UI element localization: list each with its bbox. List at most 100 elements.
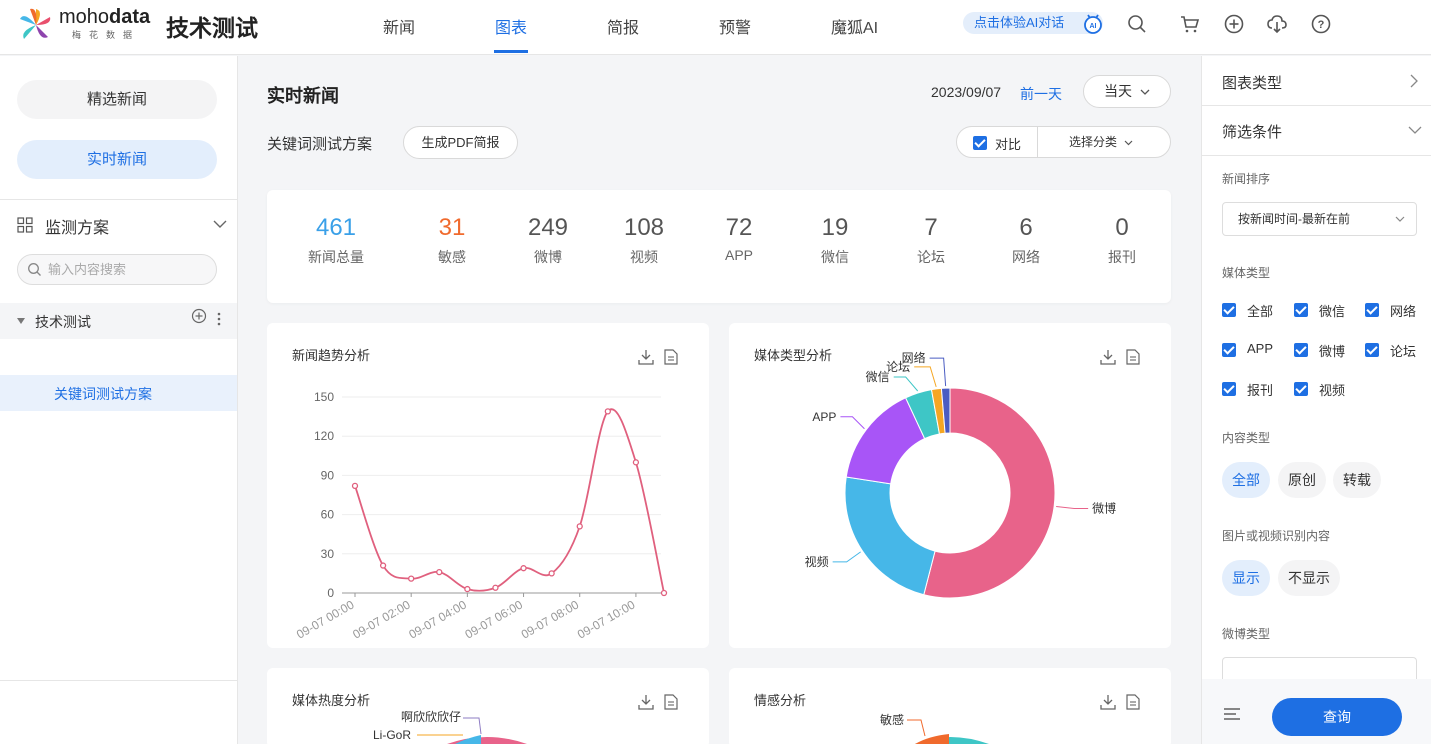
stat-sensitive[interactable]: 31 敏感 [402, 212, 502, 267]
brand-title: 技术测试 [166, 15, 258, 42]
realtime-news-button[interactable]: 实时新闻 [17, 140, 217, 179]
prev-day-link[interactable]: 前一天 [1020, 84, 1062, 104]
add-plan-icon[interactable] [191, 308, 207, 324]
donut-label: 网络 [902, 350, 926, 365]
checkbox-label: 论坛 [1390, 344, 1417, 359]
sort-value: 按新闻时间-最新在前 [1238, 212, 1350, 226]
tree-item-tech-test[interactable]: 技术测试 [0, 303, 237, 339]
trend-data-point [379, 562, 387, 569]
stat-weibo[interactable]: 249 微博 [498, 212, 598, 267]
stat-value: 72 [725, 214, 753, 241]
tree-item-keyword-plan[interactable]: 关键词测试方案 [0, 375, 237, 411]
download-cloud-icon[interactable] [1266, 13, 1288, 35]
compare-label: 对比 [995, 137, 1022, 152]
x-tick-label: 09-07 06:00 [463, 597, 526, 641]
stat-total[interactable]: 461 新闻总量 [286, 212, 386, 267]
stat-label: 敏感 [438, 249, 466, 265]
stat-label: 报刊 [1108, 249, 1136, 265]
heat-slice [455, 735, 481, 744]
svg-text:?: ? [1318, 19, 1325, 31]
content-type-repost[interactable]: 转载 [1333, 462, 1381, 498]
checkbox[interactable] [1222, 343, 1236, 357]
select-category-dropdown[interactable]: 选择分类 [1039, 127, 1170, 157]
nav-mohu-ai[interactable]: 魔狐AI [831, 14, 878, 38]
ai-robot-icon[interactable]: AI [1081, 11, 1105, 35]
ocr-show[interactable]: 显示 [1222, 560, 1270, 596]
current-date: 2023/09/07 [931, 84, 1002, 100]
filter-heading[interactable]: 筛选条件 [1222, 121, 1282, 142]
sort-select[interactable]: 按新闻时间-最新在前 [1222, 202, 1417, 236]
ocr-hide[interactable]: 不显示 [1278, 560, 1340, 596]
donut-leader-line [832, 551, 861, 563]
y-tick-label: 0 [327, 586, 334, 600]
help-icon[interactable]: ? [1310, 13, 1332, 35]
chevron-right-icon[interactable] [1410, 74, 1418, 88]
stat-forum[interactable]: 7 论坛 [881, 212, 981, 267]
checkbox-label: 微信 [1319, 304, 1346, 319]
stat-web[interactable]: 6 网络 [976, 212, 1076, 267]
caret-down-icon[interactable] [16, 317, 26, 325]
pinwheel-logo-icon [20, 8, 51, 39]
checkbox[interactable] [1294, 382, 1308, 396]
chevron-down-icon[interactable] [1408, 126, 1422, 134]
sidebar-divider [0, 199, 237, 200]
chart-type-heading[interactable]: 图表类型 [1222, 72, 1282, 93]
trend-line-chart: 030609012015009-07 00:0009-07 02:0009-07… [294, 390, 668, 642]
today-dropdown[interactable]: 当天 [1083, 75, 1171, 108]
heat-leader-line [463, 717, 482, 735]
generate-pdf-button[interactable]: 生成PDF简报 [403, 126, 518, 159]
donut-leader-line [893, 376, 919, 392]
monitor-plans-heading[interactable]: 监测方案 [45, 214, 109, 238]
query-button[interactable]: 查询 [1272, 698, 1402, 736]
y-tick-label: 150 [314, 390, 334, 404]
heat-label: 啊欣欣欣仔 [401, 710, 461, 724]
stat-app[interactable]: 72 APP [689, 212, 789, 263]
weibo-type-select[interactable] [1222, 657, 1417, 681]
stat-value: 31 [438, 214, 466, 241]
stat-newspaper[interactable]: 0 报刊 [1072, 212, 1172, 267]
featured-news-button[interactable]: 精选新闻 [17, 80, 217, 119]
checkbox[interactable] [1222, 382, 1236, 396]
stat-label: 新闻总量 [308, 249, 364, 265]
content-type-all[interactable]: 全部 [1222, 462, 1270, 498]
stat-label: 视频 [630, 249, 658, 265]
trend-data-point [408, 575, 415, 582]
right-filter-panel: 图表类型 筛选条件 新闻排序 按新闻时间-最新在前 媒体类型 全部 微信 网络 … [1201, 56, 1431, 744]
compare-toggle[interactable]: 对比 [957, 127, 1038, 157]
top-header: mohodata 梅花数据 技术测试 新闻 图表 简报 预警 魔狐AI 点击体验… [0, 0, 1431, 55]
stat-video[interactable]: 108 视频 [594, 212, 694, 267]
sidebar-search-input[interactable]: 输入内容搜索 [17, 254, 217, 285]
checkbox[interactable] [1222, 303, 1236, 317]
stat-wechat[interactable]: 19 微信 [785, 212, 885, 267]
nav-charts[interactable]: 图表 [495, 14, 527, 38]
media-type-donut-chart: 微博视频APP微信论坛网络 [805, 350, 1116, 599]
nav-briefing[interactable]: 简报 [607, 14, 639, 38]
nav-news[interactable]: 新闻 [383, 14, 415, 38]
stat-value: 0 [1115, 214, 1129, 241]
content-type-original[interactable]: 原创 [1278, 462, 1326, 498]
media-type-label: 媒体类型 [1222, 266, 1271, 280]
list-menu-icon[interactable] [1223, 707, 1241, 721]
checkbox[interactable] [1294, 303, 1308, 317]
weibo-type-label: 微博类型 [1222, 627, 1271, 641]
more-vertical-icon[interactable] [216, 311, 222, 327]
trend-data-point [576, 523, 583, 530]
chevron-down-icon[interactable] [213, 219, 227, 229]
donut-label: 视频 [805, 554, 829, 569]
search-icon[interactable] [1126, 13, 1148, 35]
nav-alerts[interactable]: 预警 [719, 14, 751, 38]
trend-series-line [354, 408, 665, 594]
plus-circle-icon[interactable] [1223, 13, 1245, 35]
cart-icon[interactable] [1179, 13, 1201, 35]
checkbox[interactable] [1365, 303, 1379, 317]
media-heat-pie-preview: 啊欣欣欣仔 Li-GoR [373, 710, 527, 744]
compare-checkbox[interactable] [973, 136, 987, 150]
checkbox[interactable] [1365, 343, 1379, 357]
plan-name: 关键词测试方案 [267, 136, 373, 153]
donut-label: APP [812, 410, 836, 424]
stat-value: 7 [924, 214, 938, 241]
x-tick-label: 09-07 08:00 [519, 597, 582, 641]
trend-data-point [548, 570, 555, 577]
trend-data-point [520, 565, 527, 572]
checkbox[interactable] [1294, 343, 1308, 357]
